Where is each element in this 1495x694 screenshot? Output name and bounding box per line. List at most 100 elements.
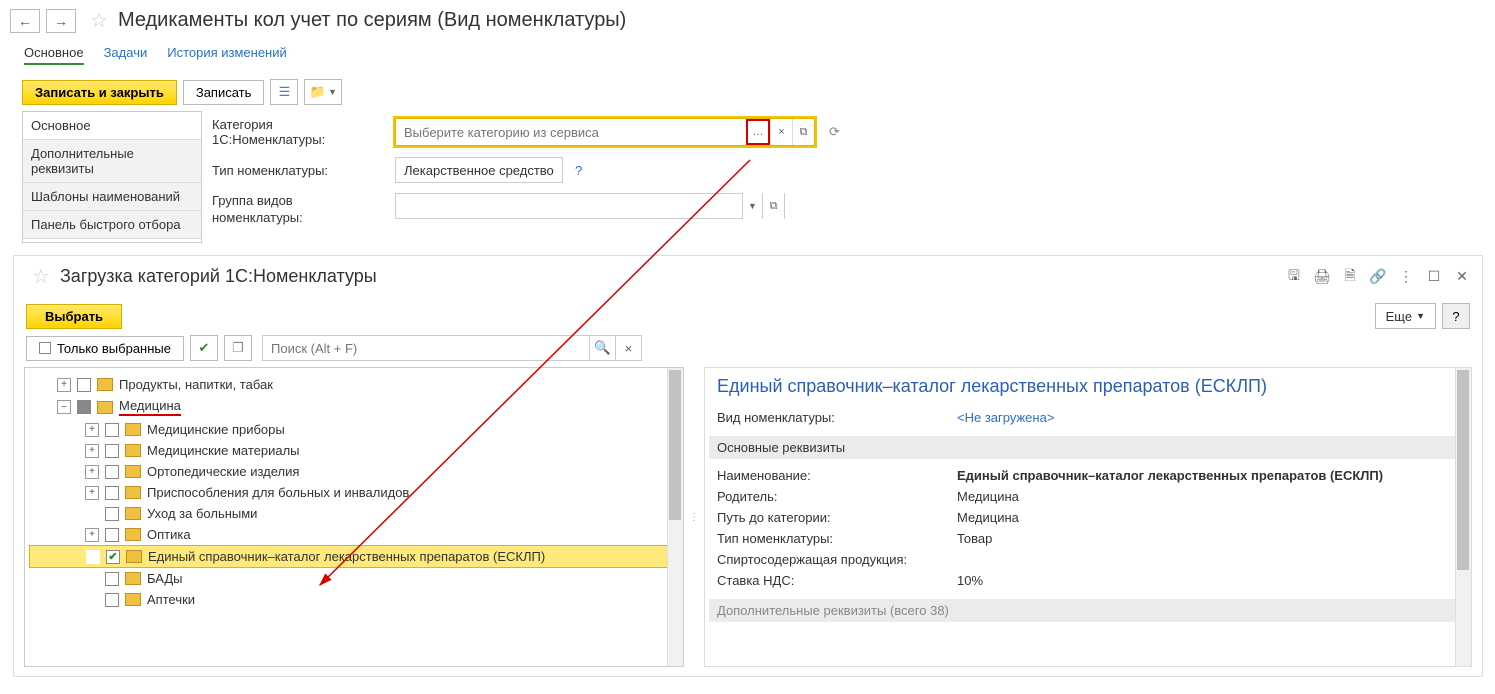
collapse-icon[interactable]: − [57,400,71,414]
refresh-icon[interactable]: ⟳ [829,124,840,140]
expand-icon[interactable]: + [57,378,71,392]
folder-icon [125,507,141,520]
tree-checkbox[interactable]: ✔ [106,550,120,564]
tree-label[interactable]: Ортопедические изделия [147,464,299,479]
close-icon[interactable]: ✕ [1452,267,1472,287]
tree-label[interactable]: Приспособления для больных и инвалидов [147,485,409,500]
search-clear-button[interactable]: × [615,336,641,360]
tree-label[interactable]: Медицинские приборы [147,422,285,437]
splitter[interactable]: ⋮ [690,367,698,667]
tree-label[interactable]: Оптика [147,527,191,542]
tree-checkbox[interactable] [105,444,119,458]
maximize-icon[interactable]: ☐ [1424,267,1444,287]
tree-checkbox[interactable] [105,593,119,607]
checkbox-icon [39,342,51,354]
tree-checkbox[interactable] [77,378,91,392]
tree-checkbox[interactable] [105,507,119,521]
tree-row[interactable]: БАДы [29,568,679,589]
tab-history[interactable]: История изменений [167,45,287,62]
sidebar-item-main[interactable]: Основное [23,112,201,140]
category-select-button[interactable]: … [746,119,770,145]
category-open-button[interactable]: ⧉ [792,119,814,145]
save-close-button[interactable]: Записать и закрыть [22,80,177,105]
list-icon-button[interactable]: ☰ [270,79,298,105]
expand-icon[interactable]: + [85,528,99,542]
search-input[interactable] [263,336,589,360]
group-open-button[interactable]: ⧉ [762,193,784,219]
detail-section-main: Основные реквизиты [709,436,1467,459]
favorite-star-icon[interactable]: ☆ [90,8,108,33]
scroll-thumb[interactable] [1457,370,1469,570]
tree-row[interactable]: + Оптика [29,524,679,545]
detail-name-value: Единый справочник–каталог лекарственных … [957,468,1383,483]
folder-dropdown-button[interactable]: 📁▼ [304,79,342,105]
tree-label[interactable]: Единый справочник–каталог лекарственных … [148,549,545,564]
more-vert-icon[interactable]: ⋮ [1396,267,1416,287]
sidebar-item-templates[interactable]: Шаблоны наименований [23,183,201,211]
sidebar-item-quickfilter[interactable]: Панель быстрого отбора [23,211,201,239]
tree-label[interactable]: Уход за больными [147,506,257,521]
tree-checkbox[interactable] [105,465,119,479]
nav-back-button[interactable]: ← [10,9,40,33]
folder-icon [125,465,141,478]
uncheck-all-button[interactable]: ❐ [224,335,252,361]
print-icon[interactable]: 🖨 [1312,267,1332,287]
tree-checkbox[interactable] [105,486,119,500]
type-help-link[interactable]: ? [575,163,582,178]
expand-icon[interactable]: + [85,486,99,500]
category-tree[interactable]: + Продукты, напитки, табак − Медицина + … [24,367,684,667]
group-input[interactable]: ▼ ⧉ [395,193,785,219]
detail-vat-label: Ставка НДС: [717,573,957,588]
tree-checkbox[interactable] [105,572,119,586]
detail-kind-value[interactable]: <Не загружена> [957,410,1054,425]
tree-checkbox[interactable] [77,400,91,414]
tree-row[interactable]: − Медицина [29,395,679,419]
detail-panel: Единый справочник–каталог лекарственных … [704,367,1472,667]
scroll-thumb[interactable] [669,370,681,520]
tree-label[interactable]: БАДы [147,571,183,586]
tree-scrollbar[interactable] [667,368,683,666]
modal-star-icon[interactable]: ☆ [32,264,50,289]
copy-icon: ❐ [232,340,244,356]
link-icon[interactable]: 🔗 [1368,267,1388,287]
tabstrip: Основное Задачи История изменений [0,41,1495,73]
expander-none [86,550,100,564]
nav-forward-button[interactable]: → [46,9,76,33]
tab-main[interactable]: Основное [24,45,84,65]
tree-label[interactable]: Продукты, напитки, табак [119,377,273,392]
detail-section-extra: Дополнительные реквизиты (всего 38) [709,599,1467,622]
save-button[interactable]: Записать [183,80,265,105]
search-button[interactable]: 🔍 [589,336,615,360]
select-button[interactable]: Выбрать [26,304,122,329]
folder-icon [97,378,113,391]
tree-row[interactable]: + Продукты, напитки, табак [29,374,679,395]
category-input[interactable] [396,119,746,145]
tree-row-selected[interactable]: ✔ Единый справочник–каталог лекарственны… [29,545,679,568]
tree-checkbox[interactable] [105,528,119,542]
tree-row[interactable]: + Приспособления для больных и инвалидов [29,482,679,503]
tree-row[interactable]: + Медицинские материалы [29,440,679,461]
save-icon[interactable]: 🖫 [1284,267,1304,287]
check-all-button[interactable]: ✔ [190,335,218,361]
tree-row[interactable]: + Ортопедические изделия [29,461,679,482]
folder-icon [97,401,113,414]
tree-row[interactable]: + Медицинские приборы [29,419,679,440]
sidebar-item-extra[interactable]: Дополнительные реквизиты [23,140,201,183]
expand-icon[interactable]: + [85,423,99,437]
expand-icon[interactable]: + [85,465,99,479]
help-button[interactable]: ? [1442,303,1470,329]
only-selected-button[interactable]: Только выбранные [26,336,184,361]
detail-scrollbar[interactable] [1455,368,1471,666]
tree-checkbox[interactable] [105,423,119,437]
tree-label[interactable]: Медицинские материалы [147,443,300,458]
category-clear-button[interactable]: × [770,119,792,145]
expand-icon[interactable]: + [85,444,99,458]
tree-label[interactable]: Медицина [119,398,181,416]
tree-row[interactable]: Уход за больными [29,503,679,524]
group-dropdown-button[interactable]: ▼ [742,193,762,219]
tree-row[interactable]: Аптечки [29,589,679,610]
more-button[interactable]: Еще▼ [1375,303,1436,329]
preview-icon[interactable]: 🗎 [1340,267,1360,287]
tree-label[interactable]: Аптечки [147,592,195,607]
tab-tasks[interactable]: Задачи [104,45,148,62]
